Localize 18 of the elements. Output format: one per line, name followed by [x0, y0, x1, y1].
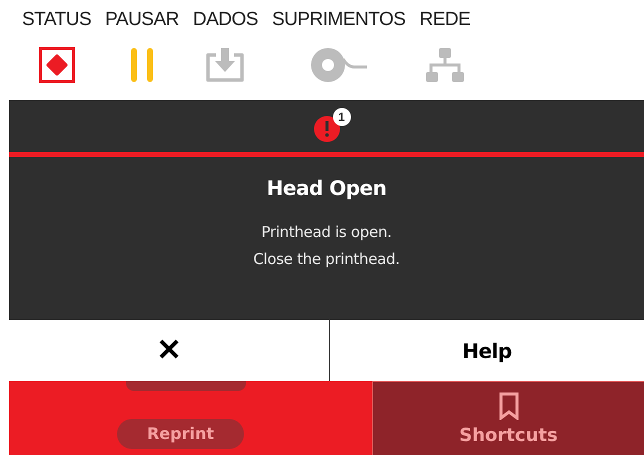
alert-title: Head Open: [266, 178, 386, 198]
status-tab-label[interactable]: SUPRIMENTOS: [272, 10, 406, 29]
shortcuts-button[interactable]: Shortcuts: [372, 381, 644, 455]
download-tray-icon[interactable]: [204, 47, 246, 83]
alert-count-badge: 1: [332, 108, 350, 126]
alert-message: Printhead is open.: [261, 222, 392, 242]
media-roll-icon[interactable]: [310, 47, 368, 83]
network-icon[interactable]: [426, 47, 464, 83]
alert-icon[interactable]: [314, 116, 340, 142]
bookmark-icon: [498, 392, 518, 420]
reprint-button[interactable]: Reprint: [116, 419, 244, 449]
status-tab-label[interactable]: REDE: [419, 10, 470, 29]
status-stop-icon[interactable]: [38, 47, 75, 83]
pause-icon[interactable]: [129, 47, 155, 83]
alert-message: Close the printhead.: [253, 249, 400, 269]
status-tab-label[interactable]: STATUS: [22, 10, 92, 29]
status-tab-label[interactable]: PAUSAR: [105, 10, 179, 29]
status-tab-label[interactable]: DADOS: [192, 10, 258, 29]
